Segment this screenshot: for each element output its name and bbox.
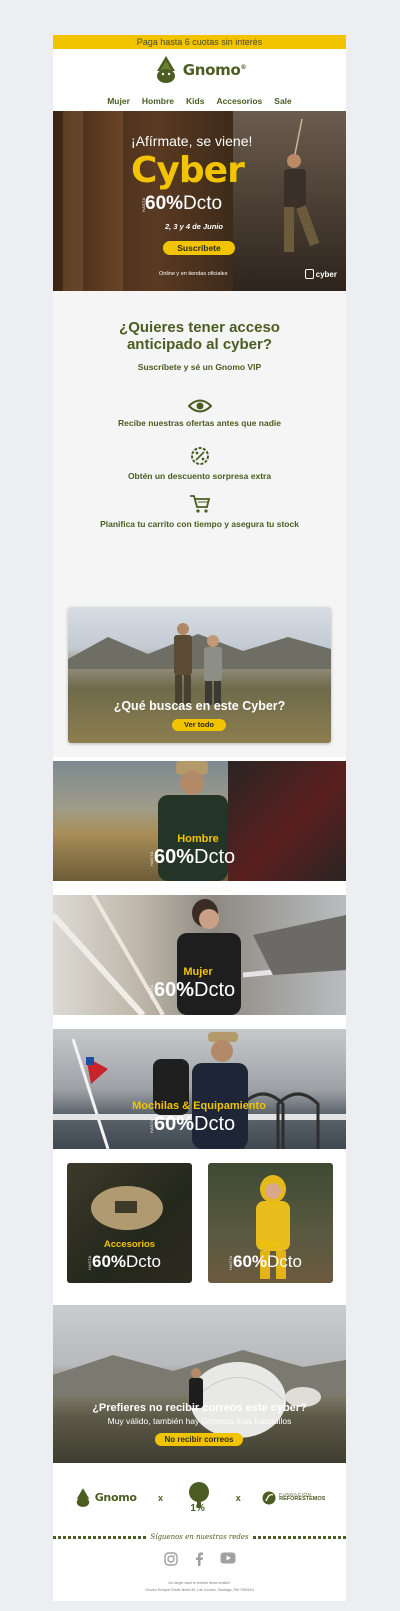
benefit-item: Obtén un descuento sorpresa extra <box>53 446 346 481</box>
youtube-icon[interactable] <box>220 1552 236 1564</box>
partner-separator: x <box>158 1492 164 1503</box>
hikers-image <box>174 623 222 705</box>
mujer-banner[interactable]: Mujer HASTA 60%Dcto <box>53 895 346 1015</box>
company-address: Gnomo Enrique Foster Norte 80, Las Conde… <box>145 1588 254 1592</box>
cyber-badge-icon <box>304 269 314 279</box>
vip-section: ¿Quieres tener acceso anticipado al cyber… <box>53 291 346 581</box>
unsubscribe-subtitle: Muy válido, también hay Gnomos más tranq… <box>107 1416 292 1426</box>
subscribe-button[interactable]: Suscríbete <box>163 241 235 255</box>
discount-badge-icon <box>190 447 209 465</box>
hero-footnote: Online y en tiendas oficiales <box>159 271 228 277</box>
eye-icon <box>187 399 212 413</box>
social-links <box>53 1552 346 1566</box>
kids-discount: 60%Dcto <box>233 1252 302 1271</box>
hero-cyber-title: Cyber <box>131 150 245 191</box>
nav-kids[interactable]: Kids <box>186 96 204 106</box>
gnomo-partner-logo[interactable]: Gnomo <box>74 1487 137 1509</box>
facebook-icon[interactable] <box>194 1552 204 1566</box>
hero-dates: 2, 3 y 4 de Junio <box>165 222 223 231</box>
follow-divider: Síguenos en nuestras redes <box>53 1531 346 1543</box>
unsubscribe-link[interactable]: No longer want to receive these emails? <box>53 1581 346 1585</box>
mochilas-title: Mochilas & Equipamiento <box>132 1100 266 1112</box>
no-emails-button[interactable]: No recibir correos <box>155 1433 243 1446</box>
leaf-icon <box>262 1491 276 1504</box>
nav-sale[interactable]: Sale <box>274 96 292 106</box>
mujer-discount: 60%Dcto <box>154 979 236 1001</box>
accesorios-card[interactable]: Accesorios HASTA 60%Dcto <box>67 1163 192 1283</box>
brand-header[interactable]: Gnomo® <box>53 49 346 91</box>
shopping-cart-icon <box>189 495 210 513</box>
pattern-divider <box>53 1535 147 1539</box>
installments-bar: Paga hasta 6 cuotas sin interés <box>53 35 346 49</box>
cyber-badge: cyber <box>304 269 337 279</box>
gnomo-logo-icon <box>156 56 175 83</box>
installments-text: Paga hasta 6 cuotas sin interés <box>136 37 263 47</box>
search-cyber-card[interactable]: ¿Qué buscas en este Cyber? Ver todo <box>68 607 331 743</box>
hero-discount: 60%Dcto <box>145 193 223 214</box>
search-card-title: ¿Qué buscas en este Cyber? <box>113 699 286 713</box>
partners-row: Gnomo x 1% x FUNDACIÓN REFORESTEMOS <box>53 1470 346 1525</box>
vip-subtitle: Suscríbete y sé un Gnomo VIP <box>137 362 262 372</box>
gnomo-logo-icon <box>76 1487 89 1507</box>
hero-headline: ¡Afírmate, se viene! <box>131 133 253 149</box>
one-percent-logo[interactable]: 1% <box>184 1481 214 1515</box>
accesorios-title: Accesorios <box>103 1239 156 1250</box>
mochilas-banner[interactable]: Mochilas & Equipamiento HASTA 60%Dcto <box>53 1029 346 1149</box>
nav-mujer[interactable]: Mujer <box>107 96 130 106</box>
kids-title: Kids <box>260 1239 281 1250</box>
unsubscribe-banner: ¿Prefieres no recibir correos este cyber… <box>53 1305 346 1463</box>
vip-title: ¿Quieres tener acceso anticipado al cyber… <box>119 319 280 354</box>
instagram-icon[interactable] <box>163 1552 178 1566</box>
kids-card[interactable]: Kids HASTA 60%Dcto <box>208 1163 333 1283</box>
reforestemos-logo[interactable]: FUNDACIÓN REFORESTEMOS <box>262 1491 325 1505</box>
follow-text: Síguenos en nuestras redes <box>150 1533 249 1541</box>
category-nav: Mujer Hombre Kids Accesorios Sale <box>53 91 346 111</box>
email-container: Paga hasta 6 cuotas sin interés Gnomo® M… <box>53 35 346 1601</box>
nav-hombre[interactable]: Hombre <box>142 96 174 106</box>
benefit-item: Planifica tu carrito con tiempo y asegur… <box>53 494 346 529</box>
hombre-banner[interactable]: Hombre HASTA 60%Dcto <box>53 761 346 881</box>
hombre-discount: 60%Dcto <box>154 846 236 868</box>
benefit-item: Recibe nuestras ofertas antes que nadie <box>53 399 346 428</box>
cyber-hero-banner[interactable]: ¡Afírmate, se viene! Cyber HASTA 60%Dcto… <box>53 111 346 291</box>
pattern-divider <box>252 1535 346 1539</box>
accesorios-discount: 60%Dcto <box>92 1252 161 1271</box>
gnomo-wordmark: Gnomo® <box>182 61 247 79</box>
cap-image <box>91 1186 163 1230</box>
partner-separator: x <box>235 1492 241 1503</box>
view-all-button[interactable]: Ver todo <box>172 719 226 731</box>
mujer-title: Mujer <box>183 966 213 978</box>
nav-accesorios[interactable]: Accesorios <box>216 96 262 106</box>
unsubscribe-title: ¿Prefieres no recibir correos este cyber… <box>92 1402 307 1414</box>
hombre-title: Hombre <box>177 833 219 845</box>
mochilas-discount: 60%Dcto <box>154 1113 236 1135</box>
